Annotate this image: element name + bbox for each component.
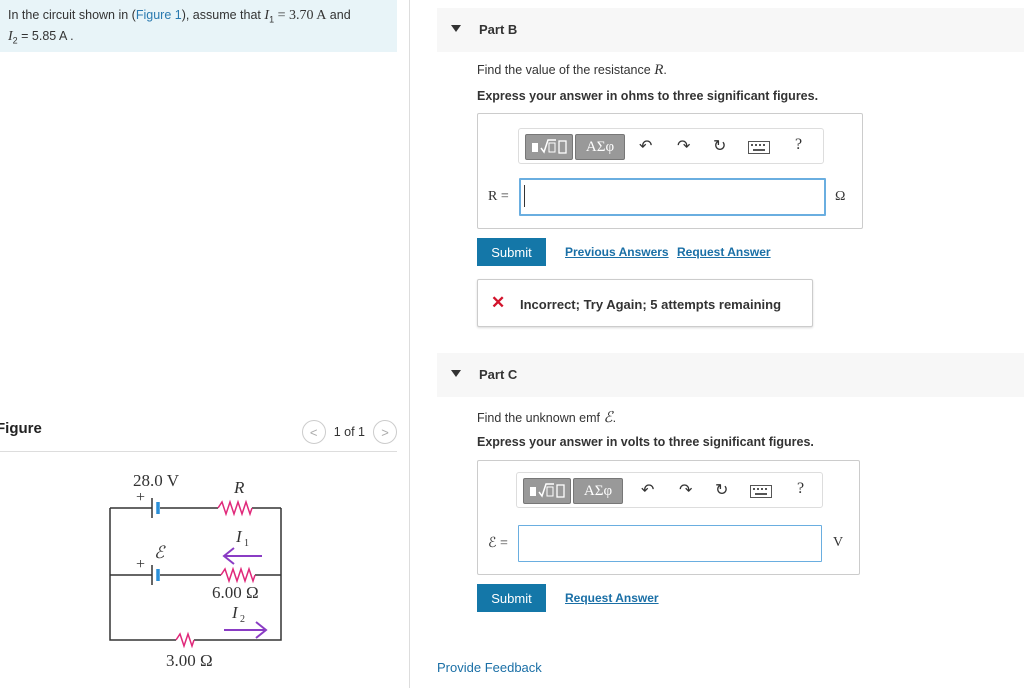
resistor-6ohm (220, 566, 256, 584)
problem-text: In the circuit shown in ( (8, 8, 136, 22)
emf-label: ℰ (154, 543, 166, 562)
part-c-request-answer-link[interactable]: Request Answer (565, 591, 659, 605)
part-b-instruction: Express your answer in ohms to three sig… (477, 89, 819, 103)
i1-label: I (235, 527, 243, 546)
r3-label: 3.00 Ω (166, 651, 213, 670)
part-c-answer-box: ΑΣφ ↶ ↷ ↻ ? ℰ = V (477, 460, 860, 575)
figure-link[interactable]: Figure 1 (136, 8, 182, 22)
plus-sign: + (136, 556, 145, 573)
question-text: Find the value of the resistance (477, 63, 655, 77)
emf-answer-input[interactable] (518, 525, 822, 562)
redo-icon[interactable]: ↷ (677, 137, 690, 157)
figure-title: Figure (0, 420, 42, 437)
r-label: R (233, 478, 245, 497)
r6-label: 6.00 Ω (212, 583, 259, 602)
math-toolbar: ΑΣφ ↶ ↷ ↻ ? (518, 128, 824, 164)
i2-subscript: 2 (240, 614, 245, 625)
text-caret (524, 185, 525, 207)
part-b-submit-button[interactable]: Submit (477, 238, 546, 266)
emf1-label: 28.0 V (133, 471, 180, 490)
problem-text: and (326, 8, 351, 22)
chevron-left-icon: < (309, 424, 318, 440)
keyboard-icon[interactable] (748, 141, 770, 154)
collapse-triangle-icon (451, 370, 461, 377)
problem-text: . (66, 28, 74, 43)
current-arrow-i2 (224, 621, 268, 639)
plus-sign: + (136, 489, 145, 506)
undo-icon[interactable]: ↶ (641, 481, 654, 501)
part-c-submit-button[interactable]: Submit (477, 584, 546, 612)
resistor-3ohm (175, 631, 195, 649)
provide-feedback-link[interactable]: Provide Feedback (437, 660, 542, 675)
left-column: In the circuit shown in (Figure 1), assu… (0, 0, 410, 688)
chevron-right-icon: > (381, 424, 389, 440)
part-b-answer-box: ΑΣφ ↶ ↷ ↻ ? R = Ω (477, 113, 863, 229)
part-b-question: Find the value of the resistance R. (477, 62, 667, 79)
incorrect-feedback: ✕ Incorrect; Try Again; 5 attempts remai… (477, 279, 813, 327)
part-c-instruction: Express your answer in volts to three si… (477, 435, 814, 449)
question-variable: R (654, 62, 664, 78)
ohm-unit: Ω (835, 189, 846, 204)
part-c-header[interactable]: Part C (437, 353, 1024, 397)
collapse-triangle-icon (451, 25, 461, 32)
error-x-icon: ✕ (491, 293, 506, 312)
part-b-title: Part B (479, 22, 518, 37)
battery-emf (151, 565, 160, 585)
help-button[interactable]: ? (797, 480, 804, 498)
question-text: Find the unknown emf (477, 411, 604, 425)
reset-icon[interactable]: ↻ (715, 481, 728, 501)
problem-text: ), assume that (181, 8, 265, 22)
i1-subscript: 1 (244, 538, 249, 549)
circuit-wires (109, 507, 282, 641)
prev-figure-button[interactable]: < (301, 420, 326, 444)
problem-statement: In the circuit shown in (Figure 1), assu… (0, 0, 397, 52)
figure-pager: < 1 of 1 > (301, 420, 397, 444)
reset-icon[interactable]: ↻ (713, 137, 726, 157)
sqrt-template-icon (532, 139, 567, 154)
math-toolbar: ΑΣφ ↶ ↷ ↻ ? (516, 472, 823, 508)
part-c-title: Part C (479, 367, 518, 382)
next-figure-button[interactable]: > (373, 420, 397, 444)
i1-value: = 3.70 A (274, 8, 327, 23)
current-arrow-i1 (222, 547, 262, 565)
battery-28v (151, 498, 160, 518)
previous-answers-link[interactable]: Previous Answers (565, 245, 669, 259)
greek-symbols-button[interactable]: ΑΣφ (575, 134, 625, 160)
i2-value: = 5.85 A (17, 28, 67, 43)
keyboard-icon[interactable] (750, 485, 772, 498)
part-b-header[interactable]: Part B (437, 8, 1024, 52)
question-text: . (663, 63, 667, 77)
volt-unit: V (833, 535, 844, 550)
resistor-r (217, 499, 253, 517)
part-b-request-answer-link[interactable]: Request Answer (677, 245, 771, 259)
circuit-diagram: 28.0 V + R I 1 ℰ + 6.00 Ω I 2 3.00 Ω (109, 471, 282, 670)
template-button[interactable] (523, 478, 571, 504)
question-text: . (612, 411, 617, 425)
emf-variable-label: ℰ = (488, 536, 508, 551)
redo-icon[interactable]: ↷ (679, 481, 692, 501)
figure-header: Figure < 1 of 1 > (0, 418, 397, 452)
undo-icon[interactable]: ↶ (639, 137, 652, 157)
i2-label: I (231, 603, 239, 622)
greek-symbols-button[interactable]: ΑΣφ (573, 478, 623, 504)
pager-text: 1 of 1 (333, 425, 365, 439)
r-answer-input[interactable] (519, 178, 826, 216)
question-variable: ℰ (603, 410, 613, 426)
template-button[interactable] (525, 134, 573, 160)
feedback-message: Incorrect; Try Again; 5 attempts remaini… (520, 297, 782, 312)
sqrt-template-icon (530, 483, 565, 498)
r-variable-label: R = (488, 189, 509, 204)
part-c-question: Find the unknown emf ℰ. (477, 408, 616, 427)
help-button[interactable]: ? (795, 136, 802, 154)
